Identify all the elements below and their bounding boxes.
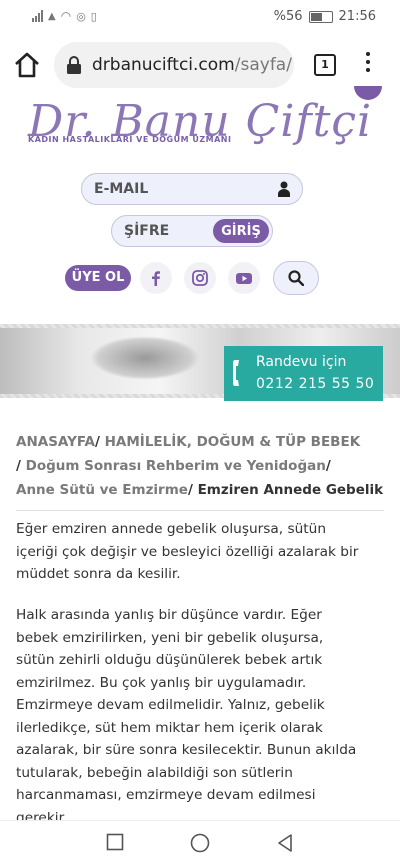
back-icon[interactable] — [276, 833, 294, 853]
instagram-icon — [192, 270, 208, 286]
article-paragraph-1: Eğer emziren annede gebelik oluşursa, sü… — [16, 521, 359, 582]
password-placeholder: ŞİFRE — [124, 223, 170, 239]
alarm-icon: ◎ — [76, 9, 86, 23]
status-bar: ▲ ◠ ◎ ▯ %56 21:56 — [0, 0, 400, 34]
facebook-button[interactable] — [140, 262, 172, 294]
youtube-button[interactable] — [228, 262, 260, 294]
signal-icon — [32, 10, 43, 22]
divider — [16, 510, 384, 511]
breadcrumb-dogum-sonrasi[interactable]: Doğum Sonrası Rehberim ve Yenidoğan — [26, 458, 326, 474]
email-placeholder: E-MAIL — [94, 181, 149, 197]
search-button[interactable] — [273, 261, 319, 295]
site-header: Dr. Banu Çiftçi KADIN HASTALIKLARI VE DO… — [0, 86, 400, 324]
home-icon[interactable] — [12, 50, 42, 80]
user-icon — [278, 181, 290, 197]
article-paragraph-2: Halk arasında yanlış bir düşünce vardır.… — [16, 607, 357, 826]
address-bar[interactable]: drbanuciftci.com/sayfa/ — [54, 42, 294, 88]
system-nav-bar — [0, 820, 400, 867]
email-field[interactable]: E-MAIL — [81, 173, 303, 205]
url-domain: drbanuciftci.com — [92, 55, 235, 75]
breadcrumb: ANASAYFA/ HAMİLELİK, DOĞUM & TÜP BEBEK / … — [16, 434, 384, 498]
facebook-icon — [152, 271, 160, 286]
url-text[interactable]: drbanuciftci.com/sayfa/ — [92, 55, 292, 75]
vibrate-icon: ▯ — [90, 9, 97, 23]
status-icons-left: ▲ ◠ ◎ ▯ — [32, 9, 97, 23]
phone-icon — [233, 360, 239, 386]
appointment-phone: 0212 215 55 50 — [256, 376, 375, 392]
url-path: /sayfa/ — [234, 55, 292, 75]
signal-icon-2: ▲ — [48, 10, 56, 22]
lock-icon — [67, 56, 81, 74]
site-tagline: KADIN HASTALIKLARI VE DOĞUM UZMANI — [28, 135, 232, 144]
search-icon — [288, 270, 304, 286]
tab-switcher-button[interactable]: 1 — [314, 54, 336, 76]
home-nav-icon[interactable] — [190, 833, 210, 853]
breadcrumb-home[interactable]: ANASAYFA — [16, 434, 95, 450]
recents-icon[interactable] — [106, 833, 124, 851]
overflow-menu-icon[interactable] — [366, 52, 370, 76]
instagram-button[interactable] — [184, 262, 216, 294]
breadcrumb-anne-sutu[interactable]: Anne Sütü ve Emzirme — [16, 482, 188, 498]
appointment-label: Randevu için — [256, 354, 347, 370]
login-button[interactable]: GİRİŞ — [213, 219, 269, 243]
password-field[interactable]: ŞİFRE GİRİŞ — [111, 215, 273, 247]
browser-toolbar: drbanuciftci.com/sayfa/ 1 — [0, 34, 400, 96]
register-button[interactable]: ÜYE OL — [65, 265, 131, 291]
breadcrumb-current: Emziren Annede Gebelik — [197, 482, 384, 498]
youtube-icon — [236, 273, 252, 284]
appointment-button[interactable]: Randevu için 0212 215 55 50 — [224, 346, 383, 401]
breadcrumb-hamilelik[interactable]: HAMİLELİK, DOĞUM & TÜP BEBEK — [105, 434, 361, 450]
wifi-icon: ◠ — [60, 9, 72, 23]
battery-percent: %56 — [273, 9, 303, 24]
clock: 21:56 — [338, 9, 376, 24]
battery-icon — [308, 10, 333, 23]
